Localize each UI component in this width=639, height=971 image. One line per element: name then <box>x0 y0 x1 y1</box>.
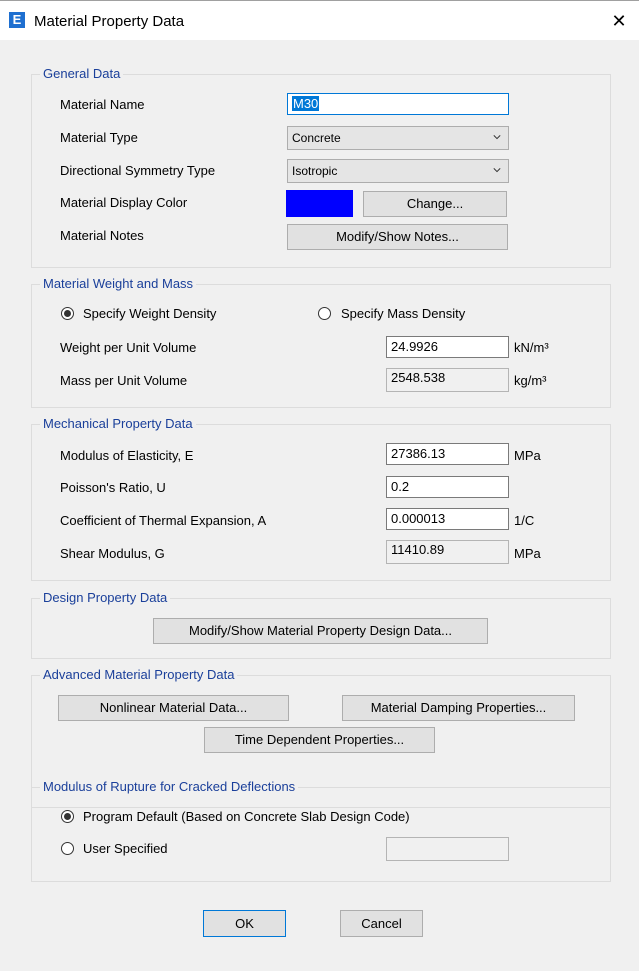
poisson-label: Poisson's Ratio, U <box>60 480 166 495</box>
elasticity-label: Modulus of Elasticity, E <box>60 448 194 463</box>
material-type-select[interactable]: Concrete <box>287 126 509 150</box>
etabs-app-icon: E <box>9 12 25 28</box>
advanced-legend: Advanced Material Property Data <box>40 667 238 682</box>
thermal-expansion-label: Coefficient of Thermal Expansion, A <box>60 513 267 528</box>
elasticity-input[interactable]: 27386.13 <box>386 443 509 465</box>
display-color-label: Material Display Color <box>60 195 188 210</box>
dialog-body: General Data Material Name M30 Material … <box>0 40 639 971</box>
damping-properties-button[interactable]: Material Damping Properties... <box>342 695 575 721</box>
close-icon[interactable]: ✕ <box>606 10 632 34</box>
weight-density-radio[interactable] <box>61 307 74 320</box>
material-notes-label: Material Notes <box>60 228 144 243</box>
mass-per-volume-field: 2548.538 <box>386 368 509 392</box>
design-legend: Design Property Data <box>40 590 171 605</box>
weight-per-volume-label: Weight per Unit Volume <box>60 340 197 355</box>
chevron-down-icon <box>493 135 501 140</box>
user-specified-radio[interactable] <box>61 842 74 855</box>
program-default-radio[interactable] <box>61 810 74 823</box>
material-name-value: M30 <box>292 96 320 111</box>
material-type-value: Concrete <box>292 131 341 145</box>
shear-modulus-label: Shear Modulus, G <box>60 546 165 561</box>
symmetry-type-label: Directional Symmetry Type <box>60 163 216 178</box>
chevron-down-icon <box>493 168 501 173</box>
user-specified-input[interactable] <box>386 837 509 861</box>
material-name-label: Material Name <box>60 97 145 112</box>
display-color-swatch <box>286 190 353 217</box>
time-dependent-button[interactable]: Time Dependent Properties... <box>204 727 435 753</box>
change-color-button[interactable]: Change... <box>363 191 507 217</box>
program-default-label[interactable]: Program Default (Based on Concrete Slab … <box>83 809 410 824</box>
nonlinear-data-button[interactable]: Nonlinear Material Data... <box>58 695 289 721</box>
shear-modulus-field: 11410.89 <box>386 540 509 564</box>
ok-button[interactable]: OK <box>203 910 286 937</box>
rupture-group: Modulus of Rupture for Cracked Deflectio… <box>31 779 611 882</box>
window-title: Material Property Data <box>34 13 185 30</box>
symmetry-type-value: Isotropic <box>292 164 338 178</box>
weight-unit: kN/m³ <box>514 340 549 355</box>
weight-per-volume-input[interactable]: 24.9926 <box>386 336 509 358</box>
poisson-input[interactable]: 0.2 <box>386 476 509 498</box>
material-name-input[interactable]: M30 <box>287 93 509 115</box>
shear-modulus-unit: MPa <box>514 546 541 561</box>
symmetry-type-select[interactable]: Isotropic <box>287 159 509 183</box>
weight-density-label[interactable]: Specify Weight Density <box>83 306 216 321</box>
mass-density-label[interactable]: Specify Mass Density <box>341 306 465 321</box>
mechanical-legend: Mechanical Property Data <box>40 416 196 431</box>
weight-mass-legend: Material Weight and Mass <box>40 276 197 291</box>
mass-per-volume-label: Mass per Unit Volume <box>60 373 188 388</box>
rupture-legend: Modulus of Rupture for Cracked Deflectio… <box>40 779 299 794</box>
title-bar: E Material Property Data ✕ <box>0 0 639 41</box>
mass-unit: kg/m³ <box>514 373 547 388</box>
user-specified-label[interactable]: User Specified <box>83 841 168 856</box>
thermal-expansion-unit: 1/C <box>514 513 535 528</box>
cancel-button[interactable]: Cancel <box>340 910 423 937</box>
mass-density-radio[interactable] <box>318 307 331 320</box>
thermal-expansion-input[interactable]: 0.000013 <box>386 508 509 530</box>
material-type-label: Material Type <box>60 130 138 145</box>
modify-notes-button[interactable]: Modify/Show Notes... <box>287 224 508 250</box>
general-data-legend: General Data <box>40 66 124 81</box>
elasticity-unit: MPa <box>514 448 541 463</box>
design-data-button[interactable]: Modify/Show Material Property Design Dat… <box>153 618 488 644</box>
